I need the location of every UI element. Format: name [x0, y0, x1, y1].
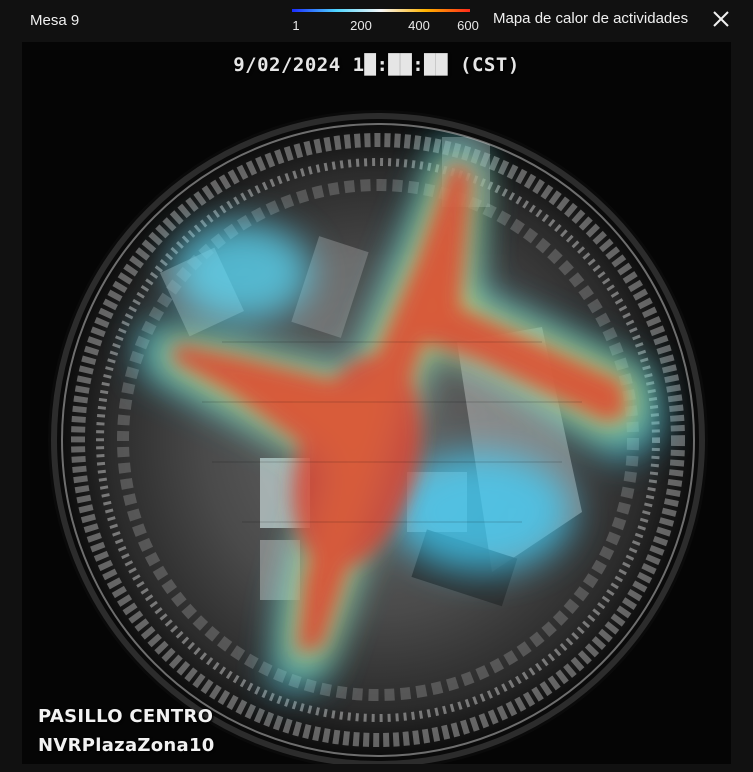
video-timestamp: 9/02/2024 1█:██:██ (CST) — [233, 54, 520, 76]
camera-viewport[interactable]: 9/02/2024 1█:██:██ (CST) PASILLO CENTRO … — [22, 42, 731, 764]
legend-tick-max: 600 — [457, 18, 479, 33]
device-label: NVRPlazaZona10 — [38, 735, 215, 756]
legend-tick-400: 400 — [408, 18, 430, 33]
close-icon — [713, 11, 729, 27]
legend-color-bar — [292, 9, 470, 12]
zone-label: PASILLO CENTRO — [38, 706, 214, 727]
fisheye-heatmap-image — [48, 110, 708, 764]
heatmap-legend: 1 200 400 600 — [292, 7, 479, 37]
legend-tick-200: 200 — [350, 18, 372, 33]
heatmap-title: Mapa de calor de actividades — [493, 10, 689, 27]
legend-tick-min: 1 — [292, 18, 300, 33]
top-bar: Mesa 9 1 200 400 600 Mapa de calor de ac… — [0, 0, 753, 40]
window-title: Mesa 9 — [30, 12, 80, 29]
close-button[interactable] — [708, 6, 734, 32]
